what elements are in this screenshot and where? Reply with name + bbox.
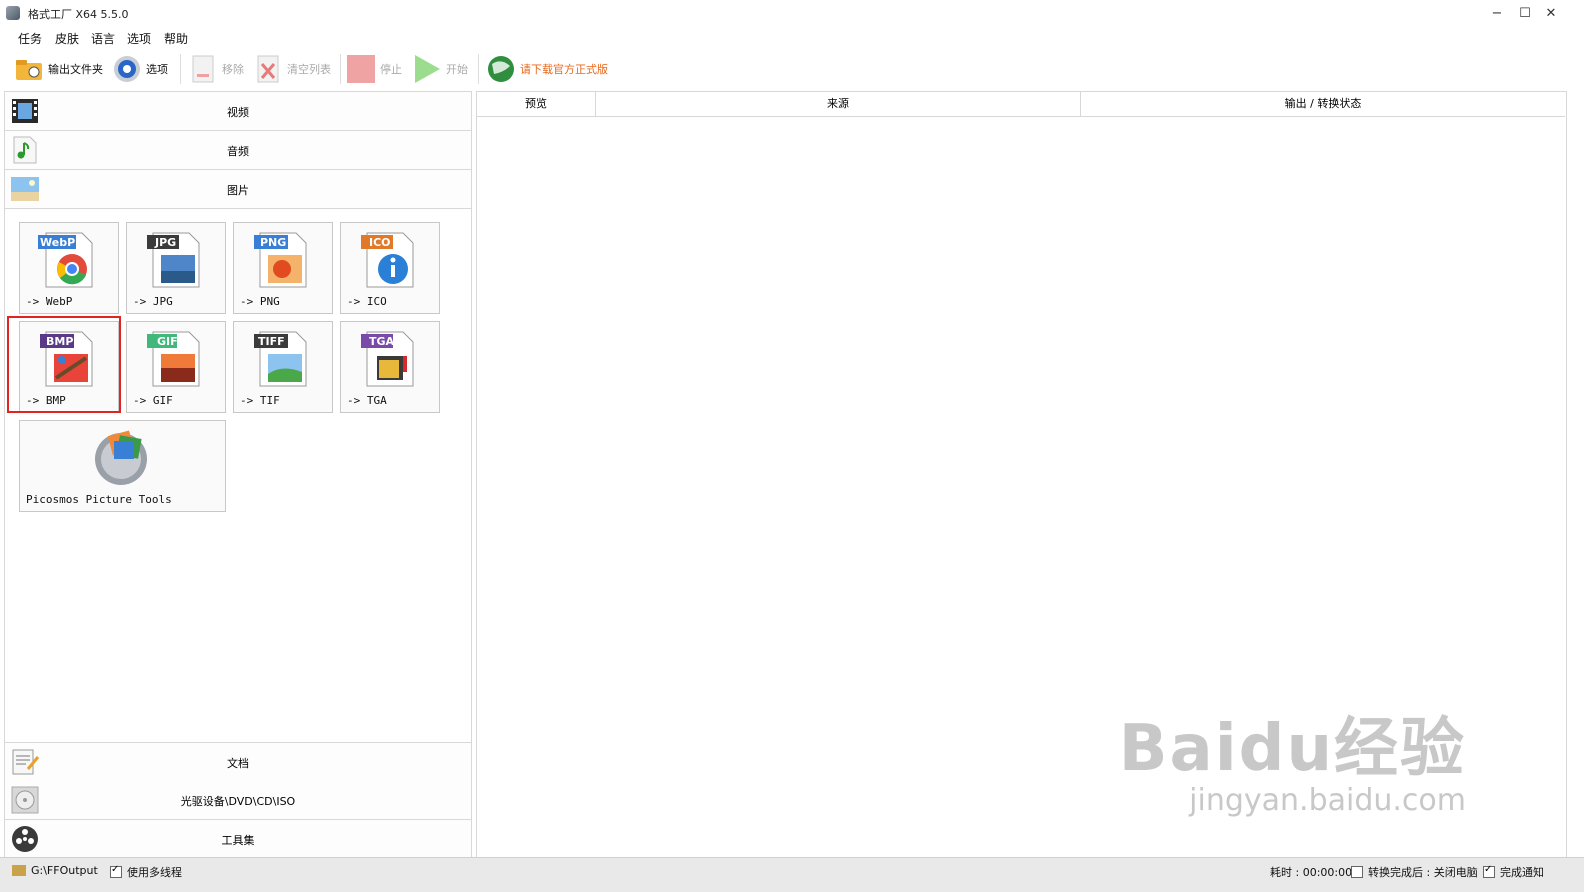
options-button[interactable]: 选项 (112, 52, 168, 86)
tile-badge: PNG (260, 236, 287, 249)
category-picture[interactable]: 图片 (5, 170, 471, 209)
category-tools[interactable]: 工具集 (5, 820, 471, 858)
stop-label: 停止 (380, 63, 402, 76)
notify-label: 完成通知 (1500, 866, 1544, 879)
gear-photos-icon (88, 427, 154, 487)
picosmos-label: Picosmos Picture Tools (26, 493, 172, 506)
download-link[interactable]: 请下载官方正式版 (486, 52, 608, 86)
menu-bar: 任务 皮肤 语言 选项 帮助 (0, 28, 1584, 48)
after-convert-toggle[interactable]: 转换完成后 : 关闭电脑 (1351, 864, 1478, 880)
toolbar-separator (340, 54, 341, 84)
download-label: 请下载官方正式版 (520, 63, 608, 76)
tile-label: -> WebP (26, 295, 73, 308)
clear-list-button[interactable]: 清空列表 (253, 52, 331, 86)
options-label: 选项 (146, 63, 168, 76)
category-panel: 视频 音频 图片 WebP -> WebP JPG -> JPG PNG -> … (4, 91, 472, 859)
checkbox-icon (110, 864, 122, 878)
output-folder-label: 输出文件夹 (48, 63, 103, 76)
tile-label: -> TIF (240, 394, 280, 407)
output-path[interactable]: G:\FFOutput (12, 864, 98, 877)
start-label: 开始 (446, 63, 468, 76)
start-button[interactable]: 开始 (412, 52, 468, 86)
category-tools-label: 工具集 (221, 834, 255, 847)
column-source[interactable]: 来源 (596, 92, 1081, 117)
folder-icon (14, 54, 44, 84)
maximize-button[interactable]: ☐ (1512, 4, 1538, 24)
multithread-toggle[interactable]: 使用多线程 (110, 864, 182, 880)
window-title: 格式工厂 X64 5.5.0 (28, 8, 129, 21)
tile-label: -> TGA (347, 394, 387, 407)
tile-label: -> GIF (133, 394, 173, 407)
category-disc-label: 光驱设备\DVD\CD\ISO (180, 795, 296, 808)
remove-label: 移除 (222, 63, 244, 76)
watermark-brand: Baidu经验 (1118, 712, 1466, 786)
tile-badge: ICO (369, 236, 391, 249)
column-preview[interactable]: 预览 (477, 92, 596, 117)
tile-badge: TIFF (258, 335, 285, 348)
tile-label: -> ICO (347, 295, 387, 308)
elapsed-time: 耗时 : 00:00:00 (1270, 864, 1352, 880)
tile-label: -> JPG (133, 295, 173, 308)
tile-tga[interactable]: TGA -> TGA (340, 321, 440, 413)
globe-icon (486, 54, 516, 84)
remove-button[interactable]: 移除 (188, 52, 244, 86)
tile-badge: JPG (155, 236, 177, 249)
elapsed-label: 耗时 : 00:00:00 (1270, 866, 1353, 879)
checkbox-icon (1351, 866, 1363, 878)
menu-help[interactable]: 帮助 (164, 30, 188, 47)
menu-options[interactable]: 选项 (127, 30, 151, 47)
app-icon (6, 6, 20, 20)
tile-badge: TGA (369, 335, 395, 348)
toolbar: 输出文件夹 选项 移除 清空列表 停止 开始 请下载官方正式版 (0, 48, 1584, 90)
multithread-label: 使用多线程 (127, 866, 182, 879)
stop-icon (346, 54, 376, 84)
category-audio-label: 音频 (227, 145, 249, 158)
tile-ico[interactable]: ICO -> ICO (340, 222, 440, 314)
folder-icon (12, 865, 26, 876)
tile-tiff[interactable]: TIFF -> TIF (233, 321, 333, 413)
output-folder-button[interactable]: 输出文件夹 (14, 52, 103, 86)
category-audio[interactable]: 音频 (5, 131, 471, 170)
category-picture-label: 图片 (227, 184, 249, 197)
title-bar: 格式工厂 X64 5.5.0 − ☐ ✕ (0, 0, 1584, 28)
watermark: Baidu经验 jingyan.baidu.com (1119, 697, 1466, 818)
category-video[interactable]: 视频 (5, 92, 471, 131)
tile-png[interactable]: PNG -> PNG (233, 222, 333, 314)
selection-highlight (7, 316, 121, 413)
clear-list-label: 清空列表 (287, 63, 331, 76)
checkbox-icon (1483, 864, 1495, 878)
column-status[interactable]: 输出 / 转换状态 (1081, 92, 1565, 117)
clear-icon (253, 54, 283, 84)
task-list: 预览 来源 输出 / 转换状态 Baidu经验 jingyan.baidu.co… (476, 91, 1567, 859)
category-video-label: 视频 (227, 106, 249, 119)
notify-toggle[interactable]: 完成通知 (1483, 864, 1544, 880)
close-button[interactable]: ✕ (1538, 4, 1564, 24)
status-bar: G:\FFOutput 使用多线程 耗时 : 00:00:00 转换完成后 : … (0, 857, 1584, 892)
tile-badge: GIF (157, 335, 178, 348)
tile-jpg[interactable]: JPG -> JPG (126, 222, 226, 314)
toolbar-separator (180, 54, 181, 84)
minimize-button[interactable]: − (1484, 4, 1510, 24)
tile-webp[interactable]: WebP -> WebP (19, 222, 119, 314)
after-convert-label: 转换完成后 : 关闭电脑 (1368, 866, 1478, 879)
stop-button[interactable]: 停止 (346, 52, 402, 86)
menu-skin[interactable]: 皮肤 (55, 30, 79, 47)
category-disc[interactable]: 光驱设备\DVD\CD\ISO (5, 781, 471, 820)
tile-gif[interactable]: GIF -> GIF (126, 321, 226, 413)
tile-picosmos[interactable]: Picosmos Picture Tools (19, 420, 226, 512)
document-remove-icon (188, 54, 218, 84)
tile-badge: WebP (40, 236, 76, 249)
menu-language[interactable]: 语言 (91, 30, 115, 47)
gear-icon (112, 54, 142, 84)
play-icon (412, 54, 442, 84)
menu-task[interactable]: 任务 (18, 30, 42, 47)
toolbar-separator (478, 54, 479, 84)
tile-label: -> PNG (240, 295, 280, 308)
category-document[interactable]: 文档 (5, 742, 471, 782)
output-path-label: G:\FFOutput (31, 864, 98, 877)
category-document-label: 文档 (227, 757, 249, 770)
